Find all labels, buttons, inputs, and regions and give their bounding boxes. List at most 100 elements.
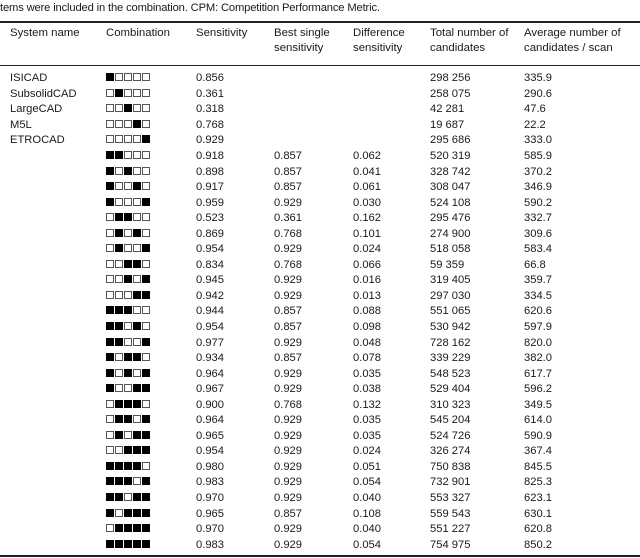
table-row: 0.970 0.929 0.040 551 227 620.8 [0,522,640,538]
table-row: 0.967 0.929 0.038 529 404 596.2 [0,382,640,398]
cell-combination [106,102,196,118]
cell-average-candidates: 349.5 [524,398,552,411]
filled-square-icon [133,508,141,517]
cell-system-name [0,242,106,258]
cell-combination [106,351,196,367]
empty-square-icon [142,259,150,268]
filled-square-icon [124,353,132,362]
cell-total-candidates: 548 523 [430,367,471,380]
filled-square-icon [106,337,114,346]
empty-square-icon [106,88,114,97]
empty-square-icon [124,151,132,159]
empty-square-icon [133,73,141,82]
empty-square-icon [124,73,132,82]
cell-difference-sensitivity [353,87,430,103]
filled-square-icon [142,477,150,486]
empty-square-icon [115,368,123,377]
cell-average-candidates: 332.7 [524,212,552,225]
cell-total-candidates: 520 319 [430,150,471,162]
cell-system-name [0,491,106,507]
cell-total-candidates: 326 274 [430,445,471,458]
table-row: 0.942 0.929 0.013 297 030 334.5 [0,289,640,305]
filled-square-icon [124,446,132,455]
filled-square-icon [115,524,123,533]
filled-square-icon [106,493,114,502]
cell-difference-sensitivity: 0.024 [353,445,381,458]
cell-difference-sensitivity: 0.054 [353,538,381,551]
filled-square-icon [106,384,114,393]
filled-square-icon [133,353,141,362]
empty-square-icon [115,446,123,455]
cell-best-single-sensitivity [274,102,353,118]
cell-best-single-sensitivity: 0.857 [274,165,302,178]
cell-combination [106,429,196,445]
filled-square-icon [124,508,132,517]
cell-system-name [0,522,106,538]
cell-combination [106,164,196,180]
cell-system-name [0,226,106,242]
cell-combination [106,537,196,553]
cell-difference-sensitivity: 0.035 [353,429,381,442]
cell-best-single-sensitivity: 0.929 [274,523,302,536]
cell-average-candidates: 370.2 [524,165,552,178]
cell-total-candidates: 524 726 [430,429,471,442]
filled-square-icon [142,290,150,299]
empty-square-icon [142,213,150,222]
cell-best-single-sensitivity: 0.929 [274,243,302,256]
empty-square-icon [142,182,150,191]
cell-average-candidates: 290.6 [524,87,552,100]
cell-system-name [0,195,106,211]
table-row: 0.954 0.929 0.024 518 058 583.4 [0,242,640,258]
cell-average-candidates: 596.2 [524,383,552,396]
filled-square-icon [142,415,150,424]
cell-sensitivity: 0.954 [196,321,224,334]
table-row: 0.983 0.929 0.054 732 901 825.3 [0,475,640,491]
cell-best-single-sensitivity: 0.857 [274,150,302,162]
empty-square-icon [115,197,123,206]
table-row: 0.983 0.929 0.054 754 975 850.2 [0,537,640,553]
filled-square-icon [115,213,123,222]
cell-best-single-sensitivity: 0.929 [274,460,302,473]
cell-average-candidates: 309.6 [524,227,552,240]
cell-sensitivity: 0.965 [196,507,224,520]
cell-system-name [0,289,106,305]
filled-square-icon [115,493,123,502]
cell-best-single-sensitivity: 0.768 [274,227,302,240]
cell-sensitivity: 0.869 [196,227,224,240]
filled-square-icon [142,384,150,393]
cell-difference-sensitivity: 0.088 [353,305,381,318]
cell-system-name [0,164,106,180]
cell-average-candidates: 66.8 [524,258,546,271]
empty-square-icon [124,182,132,191]
cell-difference-sensitivity: 0.066 [353,258,381,271]
empty-square-icon [115,119,123,128]
cell-average-candidates: 620.8 [524,523,552,536]
cell-best-single-sensitivity: 0.929 [274,336,302,349]
filled-square-icon [115,306,123,315]
filled-square-icon [133,119,141,128]
empty-square-icon [124,493,132,502]
bottom-rule [0,555,640,557]
empty-square-icon [106,244,114,253]
cell-best-single-sensitivity [274,133,353,149]
cell-best-single-sensitivity: 0.857 [274,507,302,520]
cell-sensitivity: 0.834 [196,258,224,271]
filled-square-icon [115,477,123,486]
cell-best-single-sensitivity: 0.768 [274,398,302,411]
table-body: ISICAD 0.856 298 256 335.9 SubsolidCAD 0.361 2… [0,65,640,553]
filled-square-icon [142,524,150,533]
empty-square-icon [106,213,114,222]
filled-square-icon [106,306,114,315]
cell-combination [106,149,196,165]
filled-square-icon [142,368,150,377]
cell-total-candidates: 551 227 [430,523,471,536]
filled-square-icon [142,446,150,455]
cell-average-candidates: 597.9 [524,321,552,334]
cell-sensitivity: 0.954 [196,243,224,256]
table-row: 0.900 0.768 0.132 310 323 349.5 [0,397,640,413]
cell-combination [106,366,196,382]
empty-square-icon [106,104,114,113]
empty-square-icon [124,228,132,237]
cell-best-single-sensitivity: 0.929 [274,445,302,458]
table-row: ETROCAD 0.929 295 686 333.0 [0,133,640,149]
